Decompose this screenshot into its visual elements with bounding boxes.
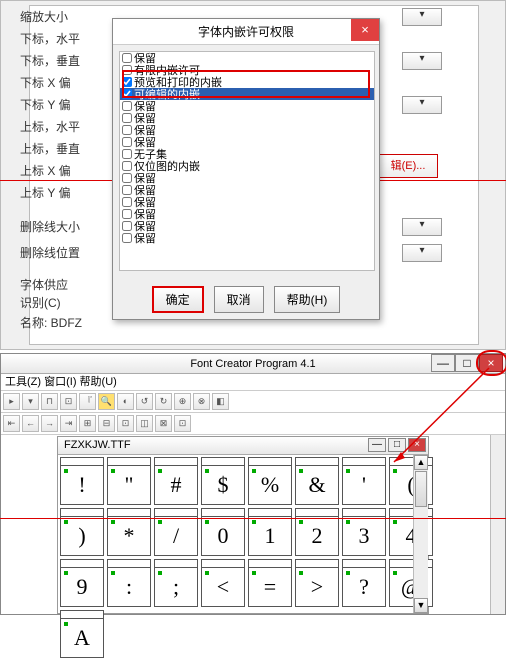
glyph-cell[interactable]: A (60, 610, 104, 658)
close-button[interactable]: × (351, 19, 379, 41)
embed-permissions-dialog: 字体内嵌许可权限 × 保留有限内嵌许可预览和打印的内嵌可编辑的内嵌保留保留保留保… (112, 18, 380, 320)
red-guideline (0, 518, 506, 519)
dialog-buttons: 确定 取消 帮助(H) (113, 286, 379, 313)
dropdown[interactable]: ▾ (402, 244, 442, 262)
list-item[interactable]: 保留 (120, 112, 374, 124)
list-item[interactable]: 仅位图的内嵌 (120, 160, 374, 172)
list-checkbox[interactable] (122, 161, 132, 171)
list-item[interactable]: 保留 (120, 220, 374, 232)
list-checkbox[interactable] (122, 185, 132, 195)
font-creator-window: Font Creator Program 4.1 — □ × 工具(Z) 窗口(… (0, 353, 506, 615)
red-arrow (1, 354, 506, 616)
list-checkbox[interactable] (122, 65, 132, 75)
list-checkbox[interactable] (122, 221, 132, 231)
help-button[interactable]: 帮助(H) (274, 286, 341, 313)
list-checkbox[interactable] (122, 89, 132, 99)
cancel-button[interactable]: 取消 (214, 286, 264, 313)
list-checkbox[interactable] (122, 53, 132, 63)
list-label: 保留 (134, 230, 156, 246)
list-checkbox[interactable] (122, 125, 132, 135)
permissions-list[interactable]: 保留有限内嵌许可预览和打印的内嵌可编辑的内嵌保留保留保留保留无子集仅位图的内嵌保… (119, 51, 375, 271)
list-checkbox[interactable] (122, 137, 132, 147)
list-checkbox[interactable] (122, 209, 132, 219)
list-checkbox[interactable] (122, 101, 132, 111)
list-checkbox[interactable] (122, 173, 132, 183)
edit-button-highlight[interactable]: 辑(E)... (378, 154, 438, 178)
dialog-titlebar: 字体内嵌许可权限 × (113, 19, 379, 45)
list-item[interactable]: 保留 (120, 184, 374, 196)
ok-button[interactable]: 确定 (152, 286, 204, 313)
list-item[interactable]: 保留 (120, 232, 374, 244)
dialog-title: 字体内嵌许可权限 (198, 25, 294, 39)
dropdown[interactable]: ▾ (402, 8, 442, 26)
list-checkbox[interactable] (122, 77, 132, 87)
dropdown[interactable]: ▾ (402, 96, 442, 114)
list-checkbox[interactable] (122, 149, 132, 159)
red-circle-highlight (476, 350, 506, 376)
dropdown[interactable]: ▾ (402, 52, 442, 70)
list-item[interactable]: 保留 (120, 124, 374, 136)
list-item[interactable]: 可编辑的内嵌 (120, 88, 374, 100)
list-item[interactable]: 保留 (120, 208, 374, 220)
list-checkbox[interactable] (122, 233, 132, 243)
list-checkbox[interactable] (122, 197, 132, 207)
dropdown[interactable]: ▾ (402, 218, 442, 236)
list-checkbox[interactable] (122, 113, 132, 123)
list-item[interactable]: 保留 (120, 196, 374, 208)
